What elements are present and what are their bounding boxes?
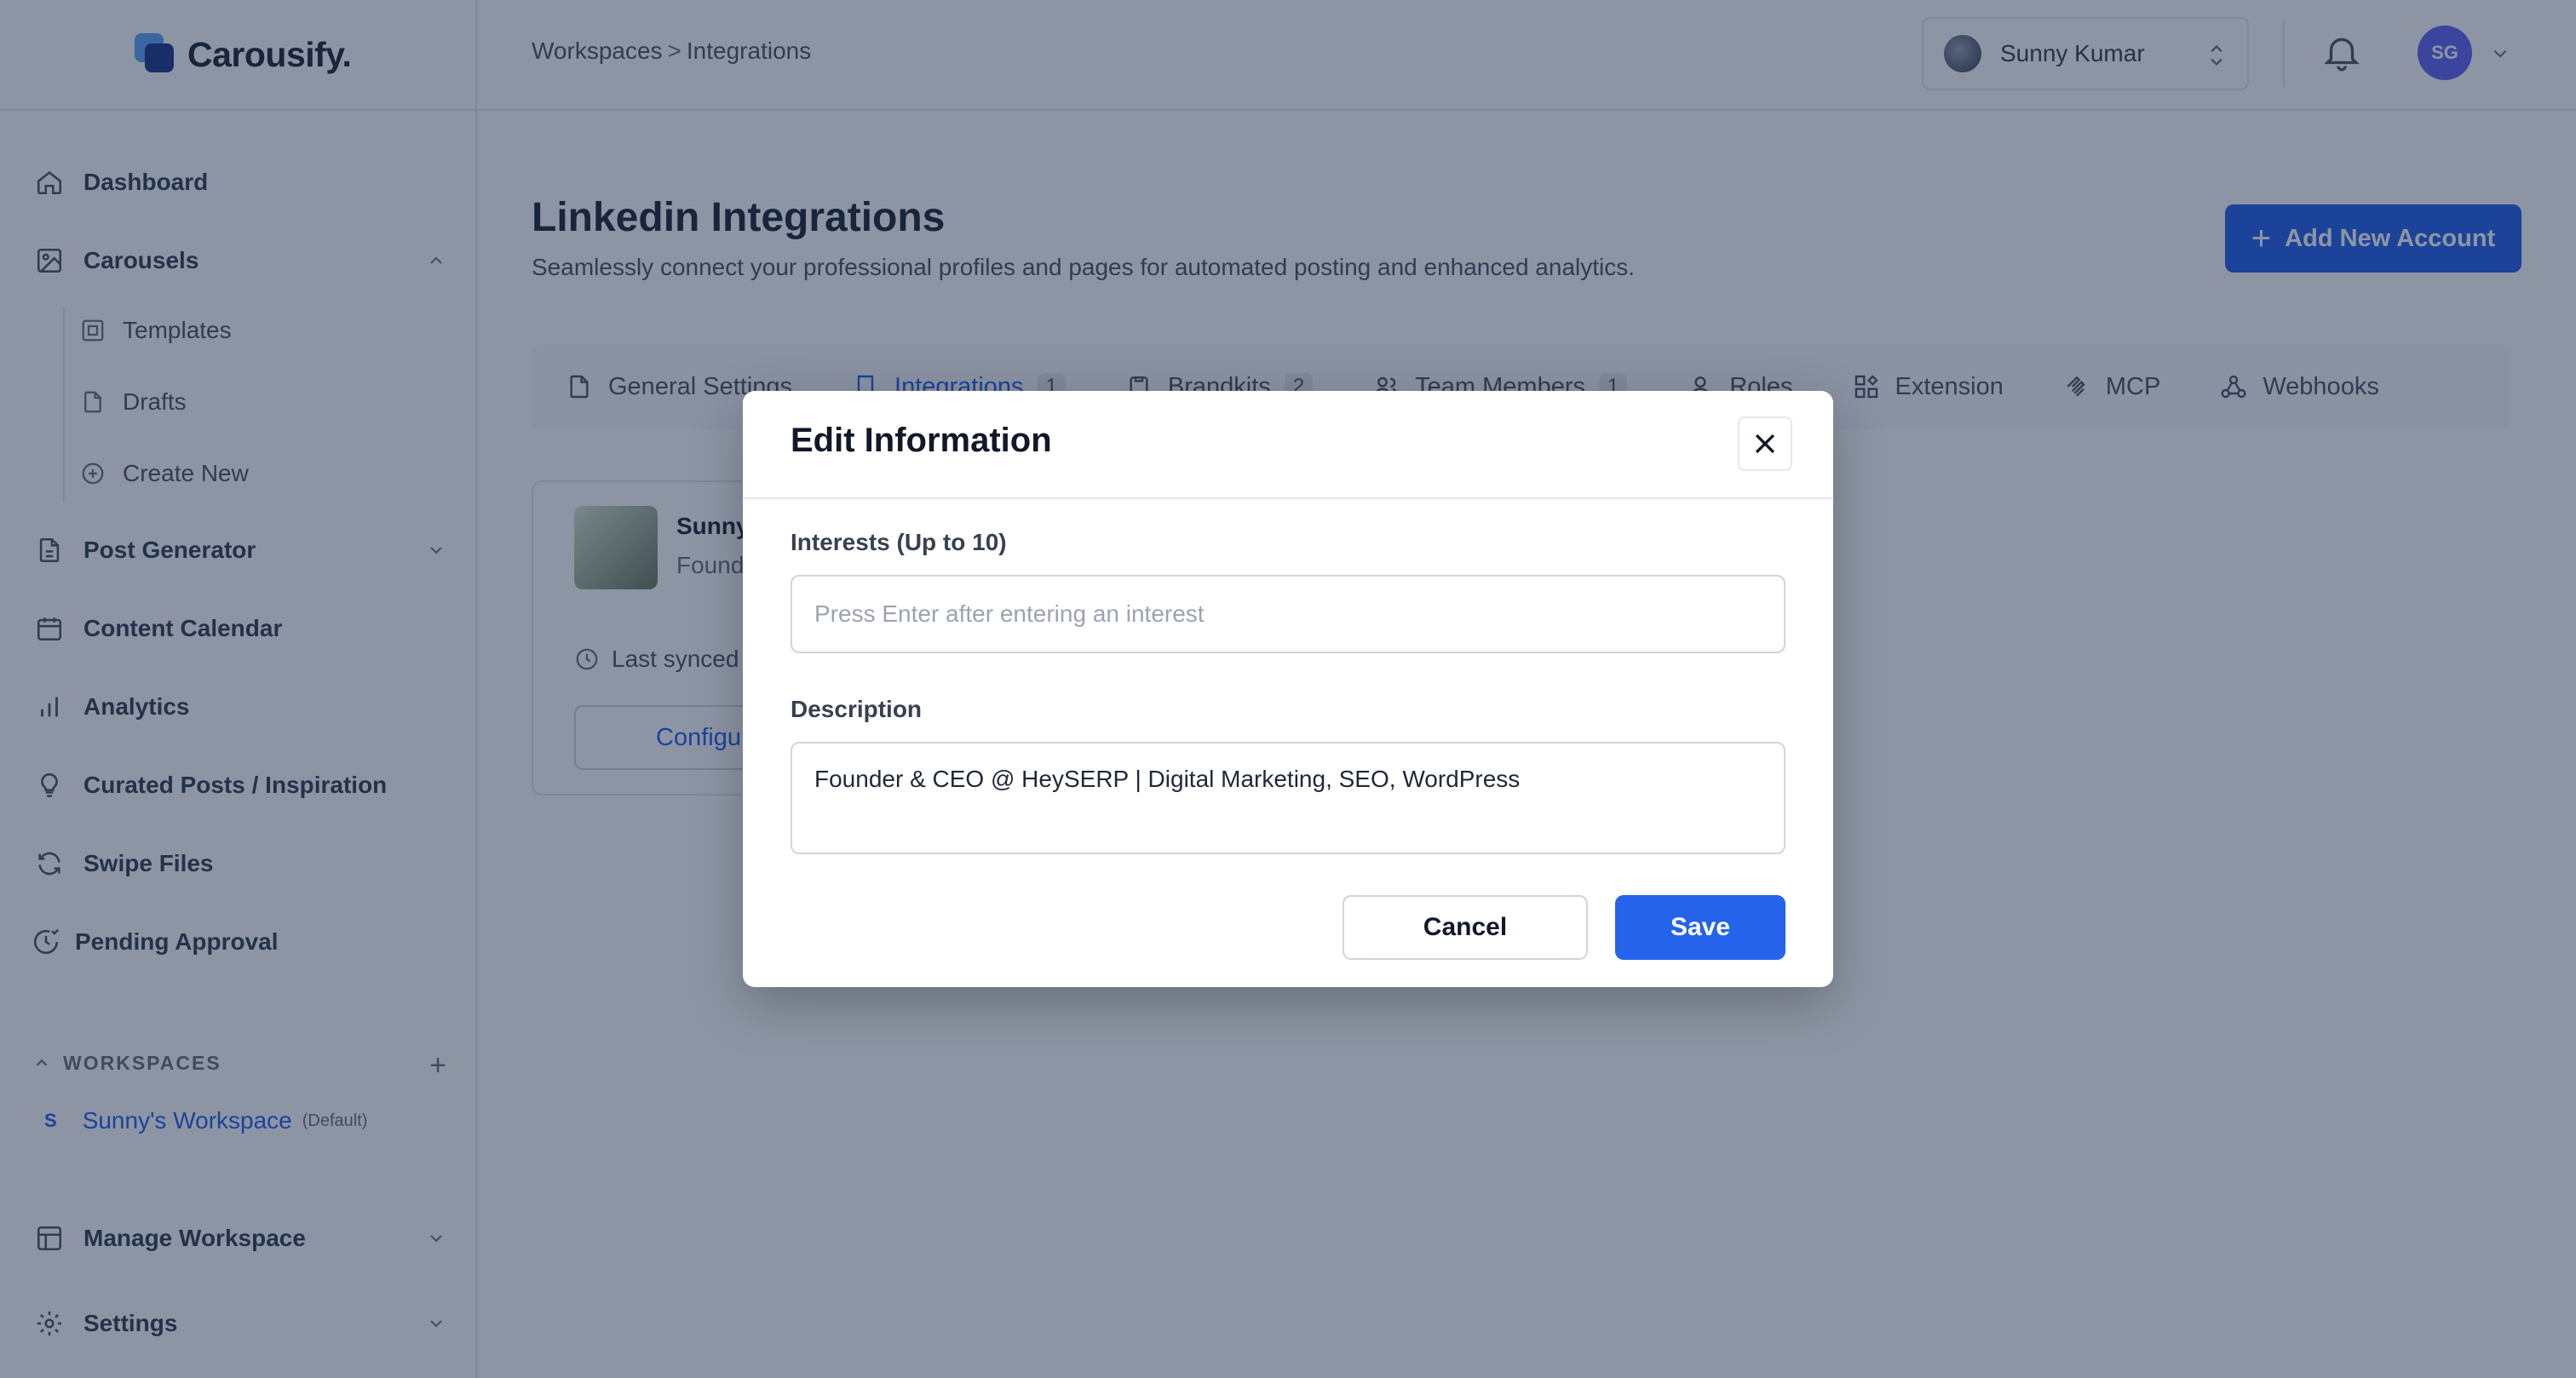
modal-divider bbox=[743, 497, 1833, 499]
interests-label: Interests (Up to 10) bbox=[791, 529, 1007, 555]
close-button[interactable] bbox=[1738, 416, 1792, 471]
edit-information-modal: Edit Information Interests (Up to 10) De… bbox=[743, 391, 1833, 987]
close-icon bbox=[1755, 433, 1775, 454]
description-textarea[interactable]: Founder & CEO @ HeySERP | Digital Market… bbox=[791, 742, 1785, 854]
cancel-button[interactable]: Cancel bbox=[1343, 895, 1588, 960]
modal-title: Edit Information bbox=[791, 422, 1052, 459]
save-button[interactable]: Save bbox=[1615, 895, 1785, 960]
interests-input[interactable] bbox=[791, 575, 1785, 653]
description-label: Description bbox=[791, 696, 923, 722]
